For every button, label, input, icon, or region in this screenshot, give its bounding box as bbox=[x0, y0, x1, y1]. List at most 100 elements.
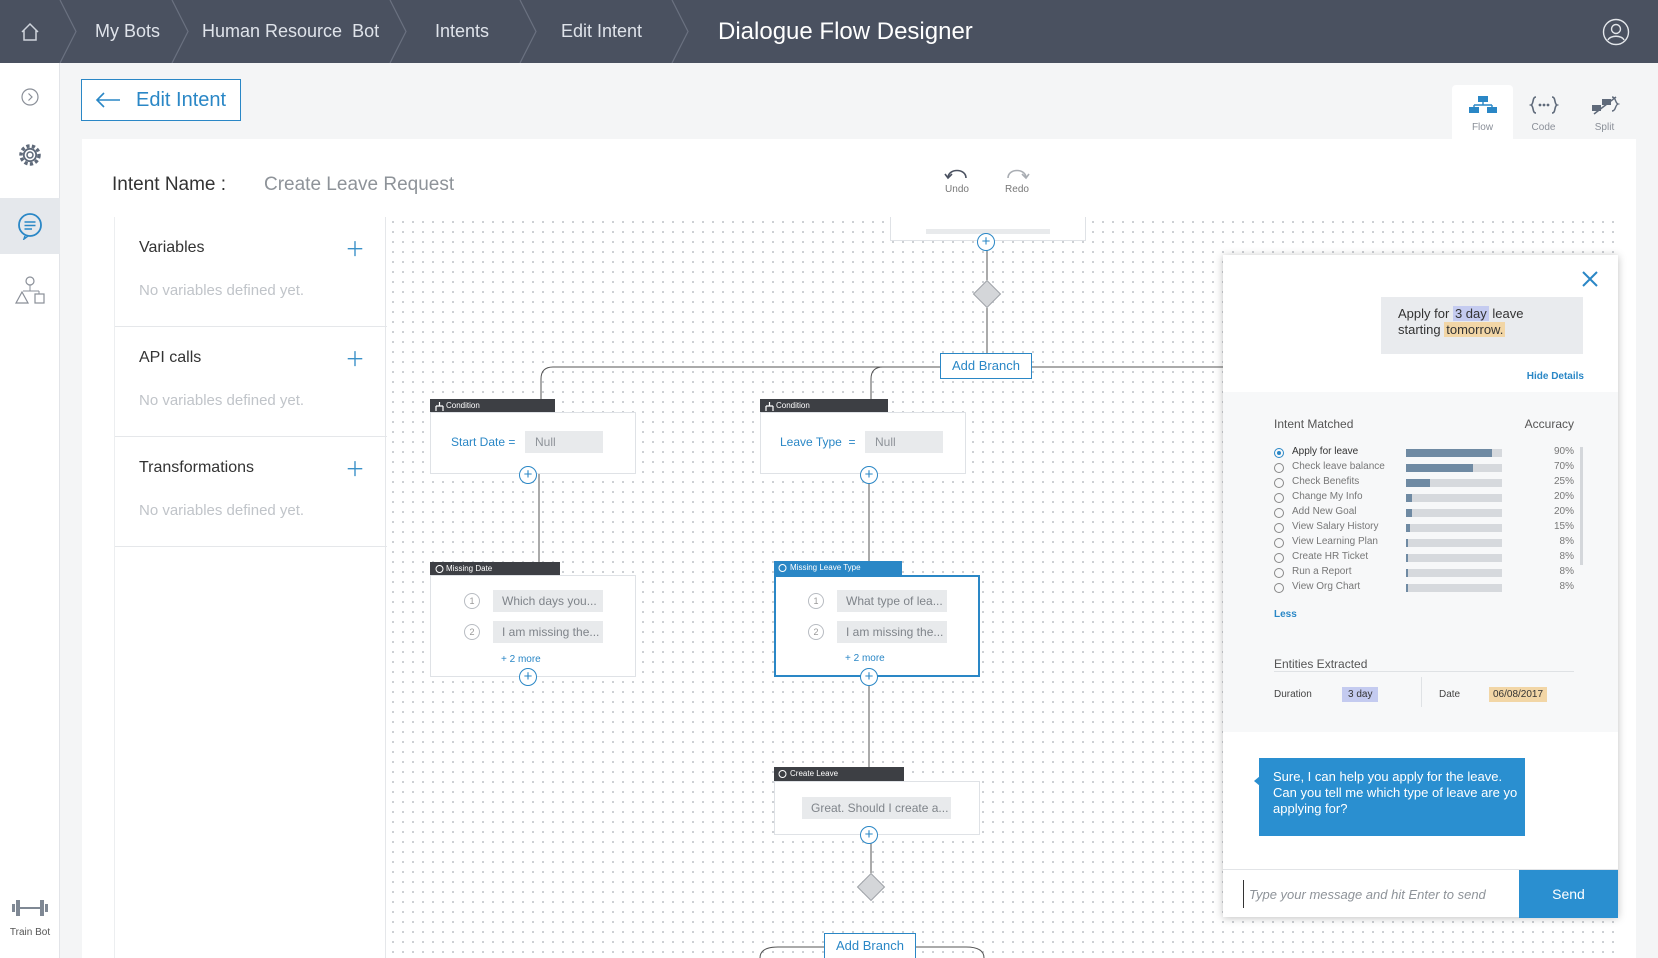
transformations-title: Transformations bbox=[139, 459, 254, 476]
add-node-button[interactable]: + bbox=[860, 668, 878, 686]
intent-name-field[interactable]: Create Leave Request bbox=[264, 174, 454, 196]
breadcrumb-intents[interactable]: Intents bbox=[435, 0, 489, 63]
intent-match-row[interactable]: Add New Goal 20% bbox=[1274, 506, 1574, 521]
undo-label: Undo bbox=[945, 184, 969, 195]
intent-match-row[interactable]: View Org Chart 8% bbox=[1274, 581, 1574, 596]
intent-radio[interactable] bbox=[1274, 493, 1284, 503]
add-api-call-button[interactable]: ＋ bbox=[345, 343, 365, 372]
condition-value[interactable]: Null bbox=[525, 431, 603, 453]
tab-flow[interactable]: Flow bbox=[1452, 85, 1513, 139]
tab-split[interactable]: Split bbox=[1574, 85, 1635, 139]
intent-radio[interactable] bbox=[1274, 538, 1284, 548]
page-title: Dialogue Flow Designer bbox=[718, 17, 973, 45]
intent-match-row[interactable]: Change My Info 20% bbox=[1274, 491, 1574, 506]
condition-label: Start Date = bbox=[451, 435, 516, 449]
arrow-left-icon bbox=[95, 92, 120, 108]
add-node-button[interactable]: + bbox=[860, 466, 878, 484]
add-node-button[interactable]: + bbox=[519, 668, 537, 686]
less-link[interactable]: Less bbox=[1274, 609, 1297, 620]
home-icon bbox=[21, 22, 39, 41]
add-node-button[interactable]: + bbox=[519, 466, 537, 484]
message-icon bbox=[778, 564, 787, 572]
intent-radio[interactable] bbox=[1274, 508, 1284, 518]
intent-radio[interactable] bbox=[1274, 583, 1284, 593]
dialogue-button[interactable] bbox=[0, 198, 60, 254]
condition-value[interactable]: Null bbox=[865, 431, 943, 453]
add-transformation-button[interactable]: ＋ bbox=[345, 453, 365, 482]
prompt-text[interactable]: I am missing the... bbox=[493, 621, 603, 643]
intent-radio[interactable] bbox=[1274, 523, 1284, 533]
breadcrumb-separator bbox=[389, 0, 407, 63]
intent-match-row[interactable]: View Learning Plan 8% bbox=[1274, 536, 1574, 551]
prompt-number: 2 bbox=[464, 624, 480, 640]
add-branch-button[interactable]: Add Branch bbox=[940, 353, 1032, 379]
breadcrumb-bot[interactable]: Human Resource Bot bbox=[202, 0, 379, 63]
chat-message-input[interactable] bbox=[1243, 880, 1513, 908]
more-prompts-link[interactable]: + 2 more bbox=[501, 654, 541, 665]
tab-split-label: Split bbox=[1594, 122, 1615, 133]
accuracy-bar bbox=[1406, 569, 1502, 577]
user-message-line-1: Apply for 3 day leave bbox=[1398, 306, 1583, 322]
add-branch-button[interactable]: Add Branch bbox=[824, 933, 916, 958]
date-value: 06/08/2017 bbox=[1489, 687, 1548, 702]
add-variable-button[interactable]: ＋ bbox=[345, 233, 365, 262]
send-button[interactable]: Send bbox=[1519, 870, 1618, 918]
edit-intent-back-button[interactable]: Edit Intent bbox=[81, 79, 241, 121]
create-leave-node[interactable]: Great. Should I create a... bbox=[774, 781, 980, 835]
intent-match-row[interactable]: Create HR Ticket 8% bbox=[1274, 551, 1574, 566]
bot-message-line: Sure, I can help you apply for the leave… bbox=[1273, 769, 1503, 784]
prompt-text[interactable]: What type of lea... bbox=[837, 590, 947, 612]
settings-button[interactable] bbox=[0, 127, 60, 183]
transformations-section: Transformations ＋ No variables defined y… bbox=[115, 437, 387, 547]
intent-match-row[interactable]: Check leave balance 70% bbox=[1274, 461, 1574, 476]
undo-button[interactable]: Undo bbox=[937, 163, 977, 195]
intent-radio[interactable] bbox=[1274, 568, 1284, 578]
user-profile-icon[interactable] bbox=[1602, 18, 1630, 46]
add-node-button[interactable]: + bbox=[860, 826, 878, 844]
variables-empty-text: No variables defined yet. bbox=[139, 282, 305, 299]
home-button[interactable] bbox=[0, 0, 60, 63]
missing-date-node[interactable]: 1 Which days you... 2 I am missing the..… bbox=[430, 575, 636, 677]
condition-node-leave-type[interactable]: Leave Type = Null bbox=[760, 412, 966, 474]
data-panel: Variables ＋ No variables defined yet. AP… bbox=[114, 217, 387, 958]
missing-leave-type-node[interactable]: 1 What type of lea... 2 I am missing the… bbox=[774, 575, 980, 677]
bot-message-line: Can you tell me which type of leave are … bbox=[1273, 785, 1518, 800]
test-chat-panel: Apply for 3 day leave starting tomorrow.… bbox=[1223, 255, 1618, 918]
missing-date-tab: Missing Date bbox=[430, 562, 560, 576]
condition-node-start-date[interactable]: Start Date = Null bbox=[430, 412, 636, 474]
accuracy-bar bbox=[1406, 494, 1502, 502]
intent-radio[interactable] bbox=[1274, 448, 1284, 458]
breadcrumb-edit-intent[interactable]: Edit Intent bbox=[561, 0, 642, 63]
breadcrumb-my-bots[interactable]: My Bots bbox=[95, 0, 160, 63]
prompt-text[interactable]: Great. Should I create a... bbox=[802, 797, 951, 819]
tab-code[interactable]: Code bbox=[1513, 85, 1574, 139]
intent-name: View Org Chart bbox=[1292, 581, 1361, 592]
accuracy-percent: 20% bbox=[1553, 506, 1574, 517]
intent-radio[interactable] bbox=[1274, 478, 1284, 488]
intent-match-row[interactable]: View Salary History 15% bbox=[1274, 521, 1574, 536]
edit-intent-label: Edit Intent bbox=[136, 88, 227, 111]
intent-list-scrollbar[interactable] bbox=[1580, 447, 1583, 565]
redo-button[interactable]: Redo bbox=[997, 163, 1037, 195]
more-prompts-link[interactable]: + 2 more bbox=[845, 653, 885, 664]
accuracy-bar-fill bbox=[1406, 449, 1492, 457]
intent-radio[interactable] bbox=[1274, 463, 1284, 473]
hide-details-link[interactable]: Hide Details bbox=[1527, 371, 1584, 382]
add-node-button[interactable]: + bbox=[977, 233, 995, 251]
prompt-text[interactable]: I am missing the... bbox=[837, 621, 947, 643]
accuracy-bar-fill bbox=[1406, 554, 1408, 562]
train-bot-button[interactable]: Train Bot bbox=[0, 896, 60, 958]
intent-name-label: Intent Name : bbox=[112, 174, 227, 195]
intent-name: Add New Goal bbox=[1292, 506, 1357, 517]
accuracy-bar bbox=[1406, 539, 1502, 547]
prompt-text[interactable]: Which days you... bbox=[493, 590, 603, 612]
intent-match-row[interactable]: Apply for leave 90% bbox=[1274, 446, 1574, 461]
accuracy-bar bbox=[1406, 509, 1502, 517]
expand-rail-button[interactable] bbox=[0, 69, 60, 125]
intent-match-row[interactable]: Check Benefits 25% bbox=[1274, 476, 1574, 491]
intent-radio[interactable] bbox=[1274, 553, 1284, 563]
intent-name: Run a Report bbox=[1292, 566, 1352, 577]
close-icon[interactable] bbox=[1580, 269, 1600, 289]
flow-structure-button[interactable] bbox=[0, 263, 60, 319]
intent-match-row[interactable]: Run a Report 8% bbox=[1274, 566, 1574, 581]
